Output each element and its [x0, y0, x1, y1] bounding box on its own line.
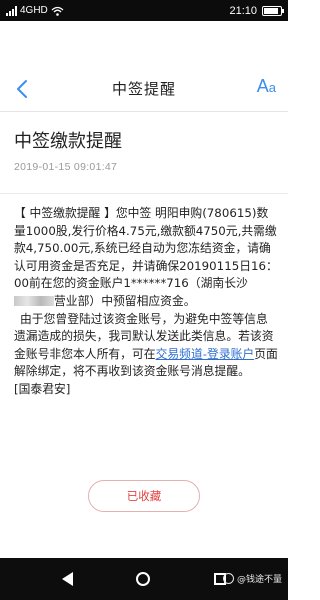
signal-icon	[6, 5, 17, 16]
font-size-button[interactable]: Aa	[257, 76, 276, 102]
trade-login-link[interactable]: 交易频道-登录账户	[156, 347, 255, 361]
message-text-part1: 【 中签缴款提醒 】您中签 明阳申购(780615)数量1000股,发行价格4.…	[14, 206, 278, 291]
message-paragraph-2: 由于您曾登陆过该资金账号，为避免中签等信息遗漏造成的损失，我司默认发送此类信息。…	[14, 311, 278, 381]
message-signature: [国泰君安]	[14, 381, 71, 396]
watermark: @钱途不量	[222, 572, 282, 585]
network-type: 4GHD	[20, 5, 48, 16]
masked-branch-name	[14, 296, 54, 307]
clock: 21:10	[229, 4, 257, 17]
home-circle-icon[interactable]	[136, 572, 151, 586]
message-title: 中签缴款提醒	[14, 131, 122, 152]
divider	[0, 193, 288, 194]
chevron-left-icon	[17, 80, 27, 98]
watermark-text: @钱途不量	[236, 575, 282, 585]
watermark-logo-icon	[222, 573, 234, 584]
message-text-part2: 营业部）中预留相应资金。	[54, 293, 196, 308]
favorite-button[interactable]: 已收藏	[88, 480, 200, 512]
message-paragraph-1: 【 中签缴款提醒 】您中签 明阳申购(780615)数量1000股,发行价格4.…	[14, 205, 278, 311]
navigation-bar: 中签提醒 Aa	[0, 66, 288, 112]
status-bar: 4GHD 21:10	[0, 0, 288, 21]
battery-icon	[262, 5, 284, 16]
back-button[interactable]	[10, 76, 34, 102]
wifi-icon	[51, 6, 64, 16]
back-triangle-icon[interactable]	[61, 572, 73, 586]
font-size-icon-small: a	[268, 80, 276, 95]
page-title: 中签提醒	[111, 80, 176, 98]
font-size-icon-big: A	[256, 76, 269, 96]
message-timestamp: 2019-01-15 09:01:47	[14, 161, 118, 173]
message-body: 【 中签缴款提醒 】您中签 明阳申购(780615)数量1000股,发行价格4.…	[14, 205, 278, 399]
